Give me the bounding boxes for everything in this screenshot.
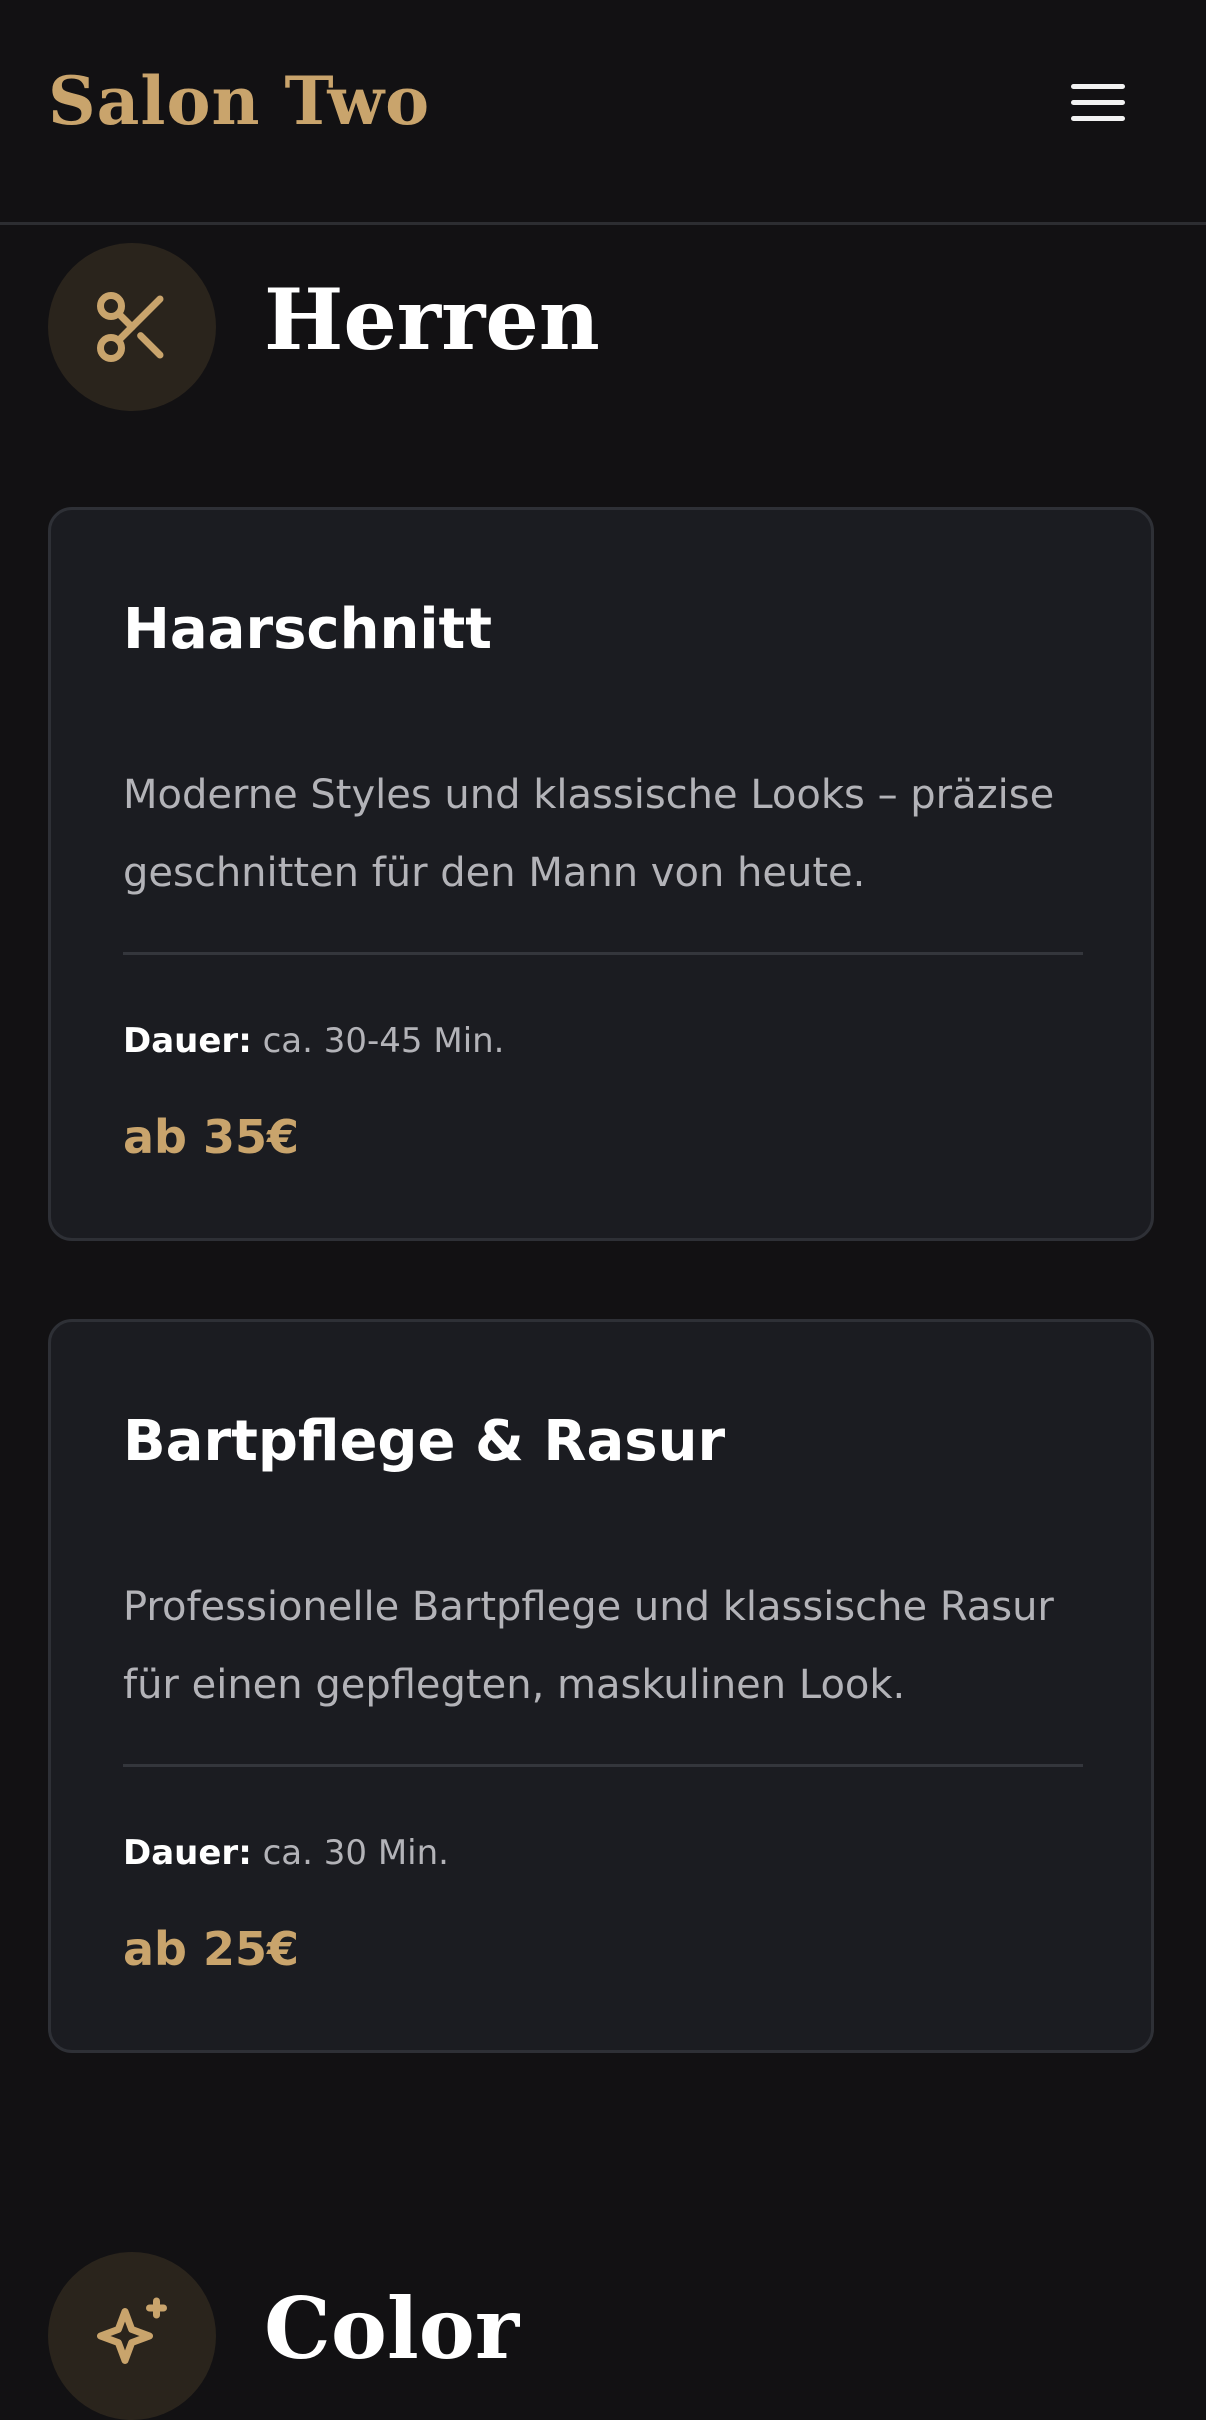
hamburger-menu-button[interactable] [1056, 66, 1140, 138]
section-icon-circle [48, 243, 216, 411]
service-card-haarschnitt: Haarschnitt Moderne Styles und klassisch… [48, 507, 1154, 1241]
service-price: ab 35€ [123, 1110, 300, 1164]
service-description: Professionelle Bartpflege und klassische… [123, 1584, 1054, 1708]
service-title: Bartpflege & Rasur [123, 1409, 726, 1474]
section-header-color: Color [48, 2252, 1154, 2420]
duration-label: Dauer: [123, 1833, 252, 1873]
site-header: Salon Two [0, 0, 1206, 225]
hamburger-line [1071, 100, 1125, 105]
sparkles-icon [97, 2297, 167, 2364]
duration-value: ca. 30 Min. [262, 1833, 449, 1873]
section-header-herren: Herren [48, 243, 1154, 411]
service-title: Haarschnitt [123, 597, 493, 662]
service-price: ab 25€ [123, 1922, 300, 1976]
service-duration: Dauer: ca. 30-45 Min. [123, 1016, 505, 1066]
scissors-icon [97, 292, 164, 362]
section-title: Color [264, 2279, 520, 2378]
service-duration: Dauer: ca. 30 Min. [123, 1828, 449, 1878]
duration-label: Dauer: [123, 1021, 252, 1061]
site-logo[interactable]: Salon Two [48, 56, 430, 146]
service-card-bartpflege: Bartpflege & Rasur Professionelle Bartpf… [48, 1319, 1154, 2053]
service-description: Moderne Styles und klassische Looks – pr… [123, 772, 1055, 896]
section-icon-circle [48, 2252, 216, 2420]
card-divider [123, 1764, 1083, 1767]
card-divider [123, 952, 1083, 955]
hamburger-menu-icon [1071, 84, 1125, 89]
section-title: Herren [264, 270, 600, 369]
hamburger-line [1071, 116, 1125, 121]
duration-value: ca. 30-45 Min. [262, 1021, 505, 1061]
